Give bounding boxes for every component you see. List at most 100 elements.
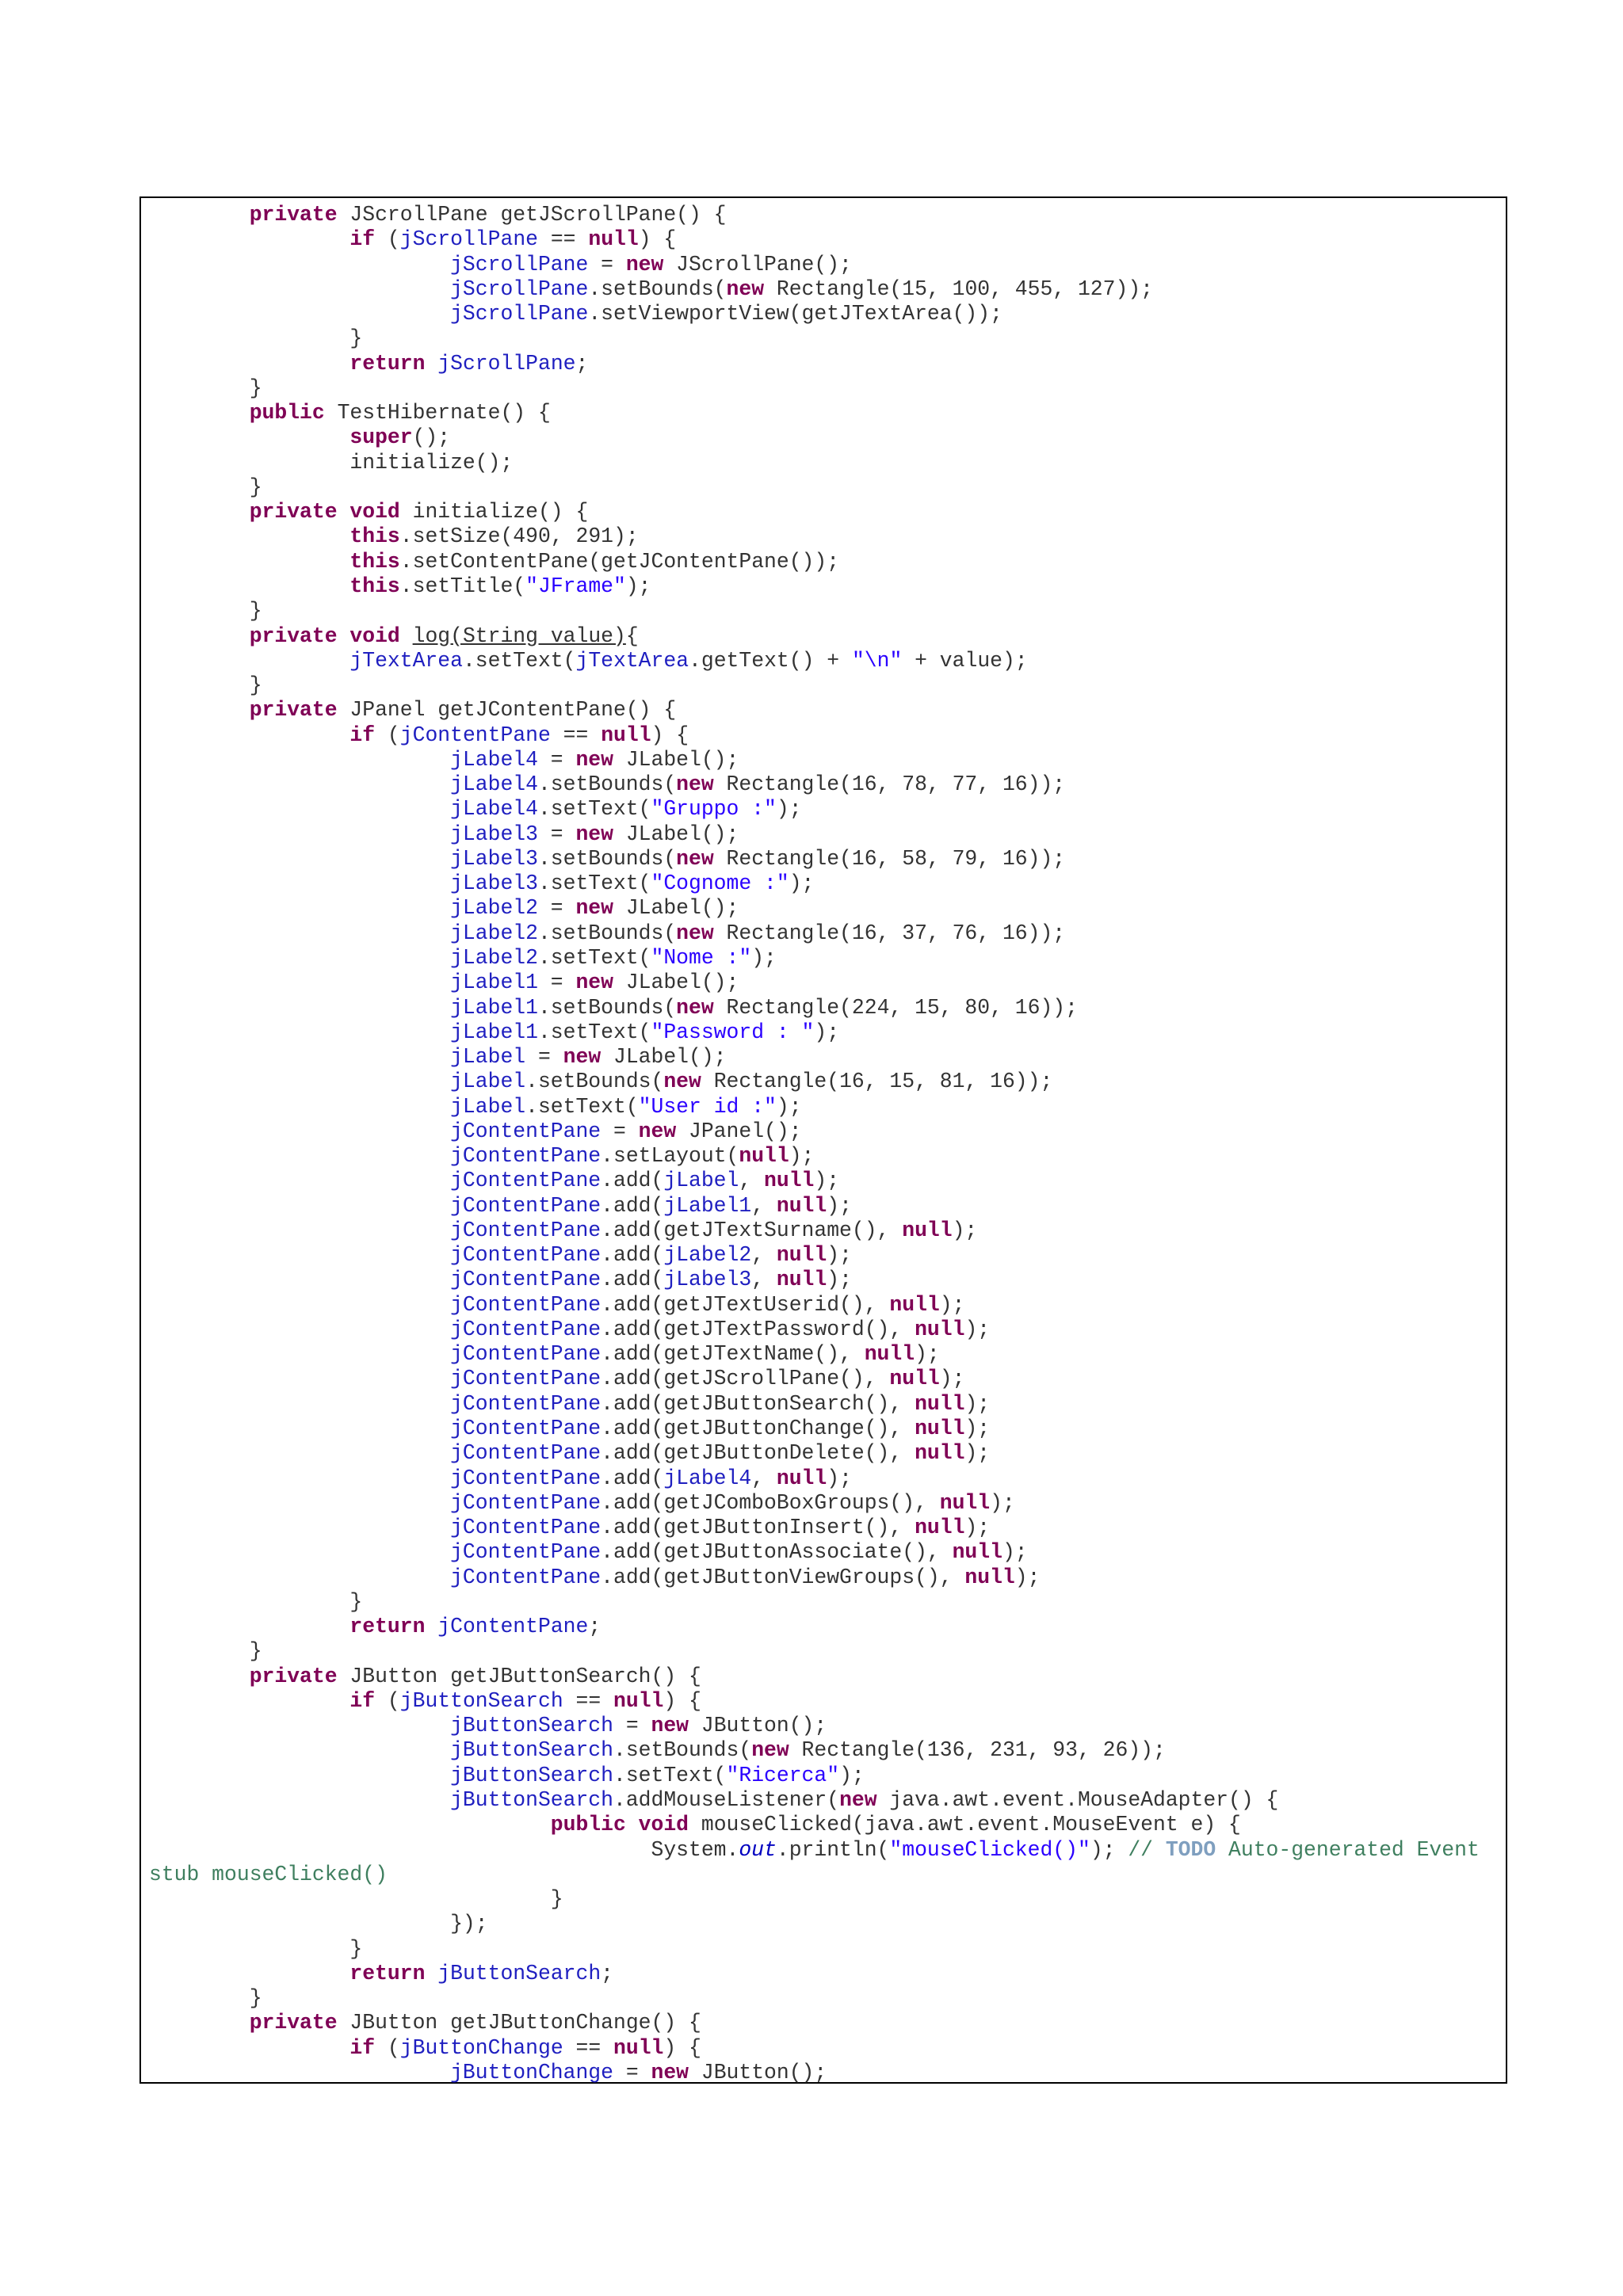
code-token-field: jContentPane xyxy=(450,1119,601,1143)
code-token: System. xyxy=(149,1837,739,1862)
code-token: } xyxy=(149,599,262,624)
code-token: .add( xyxy=(601,1466,664,1490)
code-token-keyword: null xyxy=(915,1516,965,1540)
code-token: ); xyxy=(776,797,802,822)
code-line: jContentPane.add(getJButtonInsert(), nul… xyxy=(149,1516,1480,1540)
code-line: jContentPane.add(getJButtonAssociate(), … xyxy=(149,1540,1480,1565)
code-token-static: out xyxy=(739,1837,777,1862)
code-token: JButton getJButtonChange() { xyxy=(337,2011,701,2035)
code-token-field: jLabel4 xyxy=(450,747,538,772)
code-token: = xyxy=(613,1714,651,1738)
code-token: } xyxy=(149,326,363,351)
code-token-field: jScrollPane xyxy=(450,302,589,326)
code-token-field: jContentPane xyxy=(399,723,551,747)
code-token: .getText() + xyxy=(689,648,852,673)
code-line: jButtonSearch = new JButton(); xyxy=(149,1714,1480,1738)
code-line: return jButtonSearch; xyxy=(149,1962,1480,1986)
code-token-field: jButtonChange xyxy=(399,2035,563,2060)
code-token: JScrollPane(); xyxy=(663,252,852,277)
code-token-string: "\n" xyxy=(851,648,903,673)
code-token: JLabel(); xyxy=(613,971,739,995)
code-token: ) { xyxy=(663,2035,701,2060)
code-token: .add( xyxy=(601,1169,664,1193)
code-token-keyword: this xyxy=(349,549,400,574)
code-token: ) { xyxy=(651,723,689,747)
code-token-field: jScrollPane xyxy=(450,252,589,277)
code-line: jContentPane.add(getJButtonSearch(), nul… xyxy=(149,1392,1480,1417)
code-token-field: jContentPane xyxy=(450,1466,601,1490)
code-token: = xyxy=(537,971,576,995)
code-token-field: jButtonSearch xyxy=(450,1763,613,1787)
code-token: .add(getJButtonSearch(), xyxy=(601,1391,915,1416)
code-token: = xyxy=(537,822,576,846)
code-token-field: jLabel xyxy=(450,1070,526,1094)
code-line: } xyxy=(149,599,1480,624)
code-line: jContentPane.add(jLabel4, null); xyxy=(149,1466,1480,1491)
code-line: jContentPane = new JPanel(); xyxy=(149,1119,1480,1144)
code-token: ); xyxy=(939,1367,965,1391)
code-token: TestHibernate() { xyxy=(324,401,551,425)
code-token: + value); xyxy=(902,648,1028,673)
code-line: jContentPane.add(getJButtonDelete(), nul… xyxy=(149,1441,1480,1466)
code-token-keyword: new xyxy=(575,896,613,921)
code-token-field: jLabel3 xyxy=(663,1268,752,1292)
code-line: jLabel1.setText("Password : "); xyxy=(149,1020,1480,1045)
code-token: .add(getJButtonViewGroups(), xyxy=(601,1565,965,1589)
code-line: return jScrollPane; xyxy=(149,352,1480,376)
code-token: .setBounds( xyxy=(537,846,677,871)
code-token-field: jContentPane xyxy=(450,1540,601,1565)
code-line: } xyxy=(149,1937,1480,1962)
code-token-field: jContentPane xyxy=(450,1367,601,1391)
code-token: Rectangle(16, 37, 76, 16)); xyxy=(713,921,1066,945)
code-token-keyword: public xyxy=(550,1813,626,1837)
code-line: public TestHibernate() { xyxy=(149,401,1480,425)
code-token-field: jContentPane xyxy=(450,1193,601,1218)
code-line: private JButton getJButtonChange() { xyxy=(149,2011,1480,2035)
code-line: return jContentPane; xyxy=(149,1615,1480,1639)
code-token-string: "Cognome :" xyxy=(651,871,789,896)
code-line: jButtonSearch.addMouseListener(new java.… xyxy=(149,1788,1480,1813)
code-token: ; xyxy=(588,1615,601,1639)
code-token: .setText( xyxy=(537,1020,651,1044)
code-token: .setLayout( xyxy=(601,1144,739,1169)
code-token: .setBounds( xyxy=(537,772,677,797)
code-token-field: jLabel3 xyxy=(450,871,538,896)
code-token: .addMouseListener( xyxy=(613,1788,840,1812)
code-token: .setBounds( xyxy=(525,1070,664,1094)
code-line: jLabel3 = new JLabel(); xyxy=(149,822,1480,847)
code-token: JLabel(); xyxy=(613,822,739,846)
code-token-field: jLabel xyxy=(450,1045,526,1070)
code-line: public void mouseClicked(java.awt.event.… xyxy=(149,1813,1480,1837)
code-line: if (jButtonSearch == null) { xyxy=(149,1689,1480,1714)
code-token: ); xyxy=(952,1218,978,1242)
code-token-keyword: void xyxy=(349,624,400,648)
code-token-string: "mouseClicked()" xyxy=(889,1837,1090,1862)
code-token: .setBounds( xyxy=(537,995,677,1020)
code-token-keyword: new xyxy=(676,995,714,1020)
code-line: jContentPane.add(jLabel2, null); xyxy=(149,1243,1480,1268)
code-line: } xyxy=(149,326,1480,351)
code-line: jLabel4.setBounds(new Rectangle(16, 78, … xyxy=(149,772,1480,797)
code-token: = xyxy=(613,2060,651,2084)
code-token: ( xyxy=(375,2035,400,2060)
code-token-keyword: private xyxy=(249,500,338,524)
code-token: } xyxy=(149,475,262,499)
code-token: Rectangle(16, 15, 81, 16)); xyxy=(701,1070,1053,1094)
code-line: private JScrollPane getJScrollPane() { xyxy=(149,203,1480,227)
code-token-field: jContentPane xyxy=(450,1144,601,1169)
